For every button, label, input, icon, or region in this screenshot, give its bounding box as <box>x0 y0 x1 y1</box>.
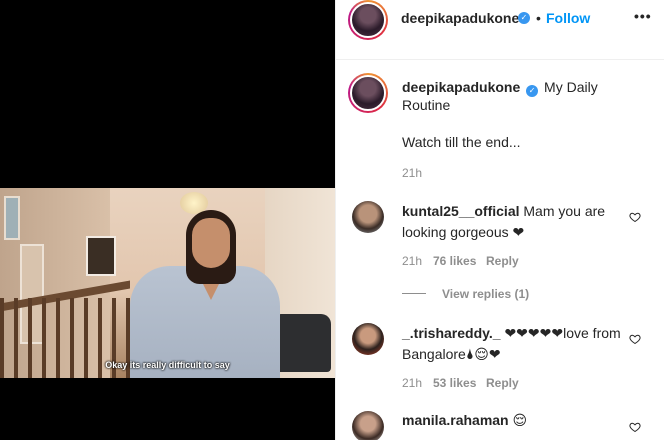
more-options-icon[interactable]: ••• <box>634 8 652 24</box>
comment-username[interactable]: manila.rahaman <box>402 412 509 428</box>
replies-divider <box>402 293 426 294</box>
scene-picture <box>86 236 116 276</box>
caption-avatar-image <box>350 75 386 111</box>
video-frame[interactable] <box>0 188 335 378</box>
author-avatar[interactable] <box>348 0 388 40</box>
view-replies-button[interactable]: View replies (1) <box>442 287 529 301</box>
comment-likes[interactable]: 53 likes <box>433 376 476 390</box>
post-header: deepikapadukone ✓ • Follow ••• <box>336 0 664 60</box>
caption-time: 21h <box>402 166 423 180</box>
caption: deepikapadukone ✓ My Daily Routine <box>402 78 602 114</box>
comment-text: _.trishareddy._ ❤❤❤❤❤love from Bangalore… <box>402 323 622 365</box>
comment-reply-button[interactable]: Reply <box>486 254 519 268</box>
caption-verified-badge-icon: ✓ <box>526 85 539 97</box>
separator-dot: • <box>536 10 541 26</box>
caption-username[interactable]: deepikapadukone <box>402 79 520 95</box>
author-username[interactable]: deepikapadukone <box>401 10 519 26</box>
comment-likes[interactable]: 76 likes <box>433 254 476 268</box>
comment-time: 21h <box>402 254 423 268</box>
post-media[interactable]: Okay its really difficult to say <box>0 0 335 440</box>
comment-reply-button[interactable]: Reply <box>486 376 519 390</box>
comment-avatar[interactable] <box>352 323 384 355</box>
comment-username[interactable]: kuntal25__official <box>402 203 520 219</box>
like-heart-icon[interactable] <box>629 421 641 433</box>
scene-window <box>4 196 20 240</box>
caption-avatar[interactable] <box>348 73 388 113</box>
video-subtitle: Okay its really difficult to say <box>105 360 230 370</box>
comment-text: manila.rahaman 😌 <box>402 410 622 431</box>
comment-time: 21h <box>402 376 423 390</box>
like-heart-icon[interactable] <box>629 333 641 345</box>
comment-body: 😌 <box>512 412 528 428</box>
comment-username[interactable]: _.trishareddy._ <box>402 325 501 341</box>
post-side-panel: deepikapadukone ✓ • Follow ••• deepikapa… <box>335 0 664 440</box>
author-avatar-image <box>350 2 386 38</box>
comment-avatar[interactable] <box>352 201 384 233</box>
verified-badge-icon: ✓ <box>518 12 530 24</box>
person-face <box>192 218 230 268</box>
caption-text-line2: Watch till the end... <box>402 134 521 150</box>
like-heart-icon[interactable] <box>629 211 641 223</box>
follow-button[interactable]: Follow <box>546 10 590 26</box>
comment-avatar[interactable] <box>352 411 384 440</box>
comment-text: kuntal25__official Mam you are looking g… <box>402 201 622 243</box>
